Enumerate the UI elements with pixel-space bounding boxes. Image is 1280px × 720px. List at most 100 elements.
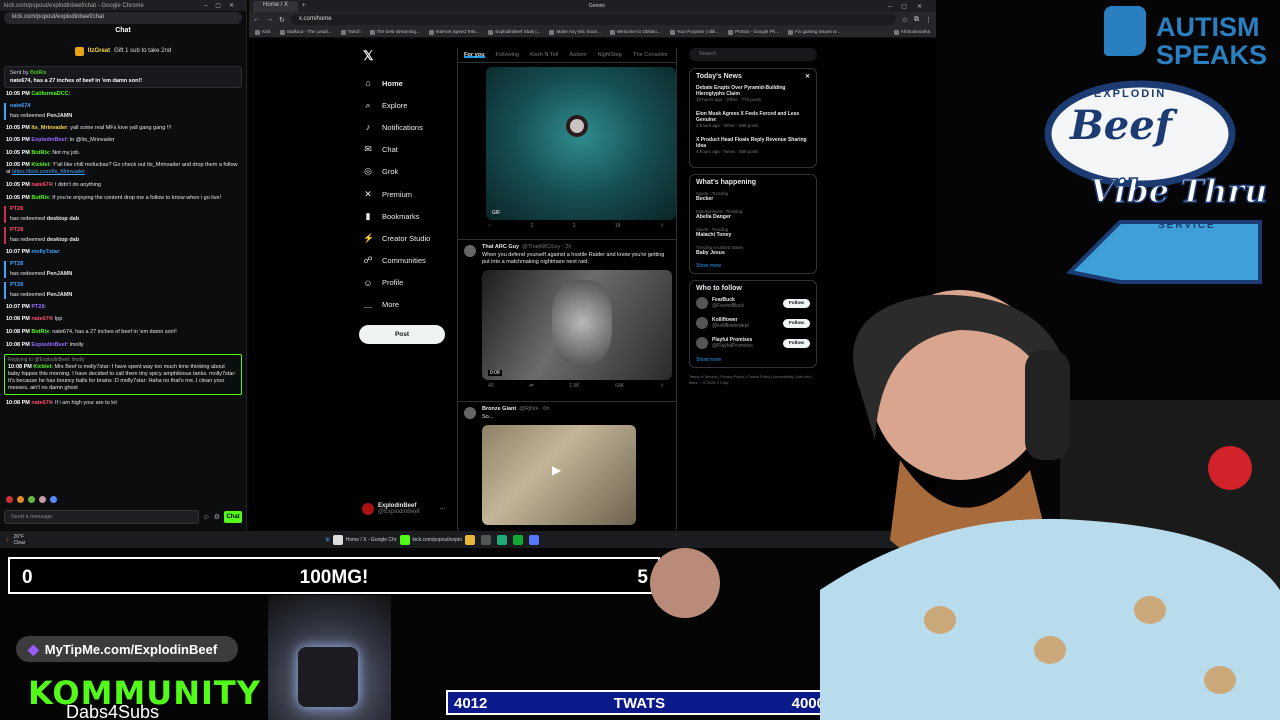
play-icon[interactable]: ▶ [552, 463, 561, 477]
back-icon[interactable]: ← [253, 16, 260, 23]
nav-item-more[interactable]: … More [359, 294, 469, 316]
nav-item-grok[interactable]: ◎ Grok [359, 161, 469, 183]
reload-icon[interactable]: ↻ [279, 16, 285, 24]
news-item[interactable]: X Product Head Floats Reply Revenue Shar… [696, 137, 810, 155]
tweet-author[interactable]: Bronze Giant [482, 406, 516, 412]
redeem-user[interactable]: nate674 [10, 103, 240, 110]
redeem-user[interactable]: PT28 [10, 206, 240, 213]
close-icon[interactable]: ✕ [805, 73, 810, 80]
feed-tab[interactable]: NightStep [597, 52, 622, 58]
chat-link[interactable]: https://kick.com/Its_Mrinvader [12, 169, 85, 175]
tweet[interactable]: GIF ○ 2 2 18 ⇪ [458, 63, 676, 240]
avatar[interactable] [696, 317, 708, 329]
start-icon[interactable]: ⊞ [325, 537, 329, 543]
tweet-image[interactable]: 0:08 [482, 270, 672, 380]
all-bookmarks[interactable]: All Bookmarks [894, 29, 930, 34]
chat-username[interactable]: BotRix [31, 150, 49, 156]
chat-username[interactable]: Kicklet [33, 364, 51, 370]
avatar[interactable] [696, 297, 708, 309]
bookmark-item[interactable]: ExplodinBeef Stats |... [488, 29, 540, 34]
taskbar-item[interactable]: Home / X - Google Chr [346, 537, 397, 543]
xbox-icon[interactable] [496, 534, 507, 545]
taskbar-item[interactable]: kick.com/popout/explo [413, 537, 462, 543]
news-item[interactable]: Debate Erupts Over Pyramid-Building Hier… [696, 85, 810, 103]
sent-by-user[interactable]: BotRix [30, 70, 46, 76]
chrome-icon[interactable] [332, 534, 343, 545]
chat-username[interactable]: nate674 [31, 400, 52, 406]
chat-username[interactable]: ExplodinBeef [31, 137, 66, 143]
emote-picker-icon[interactable]: ☺ [203, 514, 210, 521]
nav-item-home[interactable]: ⌂ Home [359, 72, 469, 94]
pinned-user[interactable]: ItzGreat [88, 48, 110, 54]
menu-icon[interactable]: ⋮ [925, 16, 932, 24]
feed-tab[interactable]: The Consoles [633, 52, 668, 58]
show-more-link[interactable]: Show more [696, 263, 810, 269]
follow-suggestion[interactable]: Playful Promises @PlayfulPromises Follow [696, 337, 810, 349]
window-controls[interactable]: –▢✕ [204, 2, 242, 9]
chat-username[interactable]: molly7star [31, 249, 59, 255]
settings-icon[interactable]: ⚙ [214, 513, 220, 521]
browser-tab[interactable]: Home / X [253, 1, 299, 12]
post-button[interactable]: Post [359, 325, 445, 345]
nav-item-explore[interactable]: ⌕ Explore [359, 94, 469, 116]
nav-item-communities[interactable]: ☍ Communities [359, 250, 469, 272]
forward-icon[interactable]: → [266, 16, 273, 23]
redeem-user[interactable]: PT28 [10, 227, 240, 234]
bookmark-item[interactable]: Your Purpose | obli... [670, 29, 719, 34]
redeem-user[interactable]: PT28 [10, 282, 240, 289]
chat-send-button[interactable]: Chat [224, 511, 242, 523]
spotify-icon[interactable] [512, 534, 523, 545]
account-switcher[interactable]: ExplodinBeef @ExplodinBeef ··· [362, 503, 445, 515]
trend-item[interactable]: Sports · Trending Malachi Toney [696, 227, 810, 238]
tweet[interactable]: That ARC Guy @ThatARCGuy · 2h When you de… [458, 240, 676, 402]
tweet-author[interactable]: That ARC Guy [482, 244, 519, 250]
news-item[interactable]: Elon Musk Agrees X Feels Forced and Less… [696, 111, 810, 129]
show-more-link[interactable]: Show more [696, 357, 810, 363]
bookmark-item[interactable]: Twitch [341, 29, 361, 34]
tweet-actions[interactable]: ○ 2 2 18 ⇪ [488, 223, 664, 229]
extensions-icon[interactable]: ⧉ [914, 16, 919, 24]
follow-button[interactable]: Follow [782, 298, 810, 308]
nav-item-profile[interactable]: ☺ Profile [359, 272, 469, 294]
tweet-actions[interactable]: 40 ⇄ 1.9K 64K ⇪ [488, 383, 664, 389]
new-tab-icon[interactable]: + [302, 3, 306, 9]
x-logo-icon[interactable]: 𝕏 [359, 48, 469, 64]
tweet[interactable]: Bronze Giant @RjNoi · 6h So... ▶ [458, 402, 676, 530]
bookmark-item[interactable]: Stalkout - The Leadi... [280, 29, 332, 34]
follow-suggestion[interactable]: FearBuck @FearedBuck Follow [696, 297, 810, 309]
nav-item-creator-studio[interactable]: ⚡ Creator Studio [359, 227, 469, 249]
bookmark-item[interactable]: Make Any Mic Soun... [549, 29, 600, 34]
discord-icon[interactable] [528, 534, 539, 545]
nav-item-notifications[interactable]: ♪ Notifications [359, 116, 469, 138]
nav-item-bookmarks[interactable]: ▮ Bookmarks [359, 205, 469, 227]
chat-username[interactable]: Its_Mrinvader [31, 125, 67, 131]
bookmark-item[interactable]: Welcome to Obliato... [610, 29, 661, 34]
bookmark-item[interactable]: Internet Speed Test... [429, 29, 480, 34]
trend-item[interactable]: Sports · Trending Becker [696, 191, 810, 202]
bookmark-item[interactable]: Fix gaming issues w... [788, 29, 840, 34]
follow-suggestion[interactable]: Kolliflower @kolliflowerdept Follow [696, 317, 810, 329]
folder-icon[interactable] [464, 534, 475, 545]
more-dots-icon[interactable]: ··· [439, 506, 445, 512]
chat-url-bar[interactable]: kick.com/popout/explodinbeef/chat [4, 12, 242, 24]
follow-button[interactable]: Follow [782, 318, 810, 328]
browser-window-controls[interactable]: –▢✕ [888, 3, 936, 10]
bookmark-item[interactable]: Kick [255, 29, 271, 34]
trend-item[interactable]: Trending in United States Baby Jesus [696, 245, 810, 256]
chat-username[interactable]: BotRix [31, 329, 49, 335]
chat-username[interactable]: CaliforniaDCC [31, 91, 68, 97]
chat-username[interactable]: PT28 [31, 304, 44, 310]
bookmark-item[interactable]: The best streaming... [370, 29, 420, 34]
trend-item[interactable]: Entertainment · Trending Abella Danger [696, 209, 810, 220]
footer-links[interactable]: Terms of Service | Privacy Policy | Cook… [689, 374, 817, 386]
redeem-user[interactable]: PT28 [10, 261, 240, 268]
app-icon[interactable] [480, 534, 491, 545]
chat-username[interactable]: BotRix [31, 195, 49, 201]
avatar[interactable] [464, 245, 476, 257]
avatar[interactable] [464, 407, 476, 419]
tweet-video[interactable]: ▶ [482, 425, 636, 525]
tweet-gif-media[interactable]: GIF [486, 67, 676, 220]
address-bar[interactable]: x.com/home [290, 14, 896, 25]
chat-username[interactable]: nate674 [31, 316, 52, 322]
avatar[interactable] [696, 337, 708, 349]
